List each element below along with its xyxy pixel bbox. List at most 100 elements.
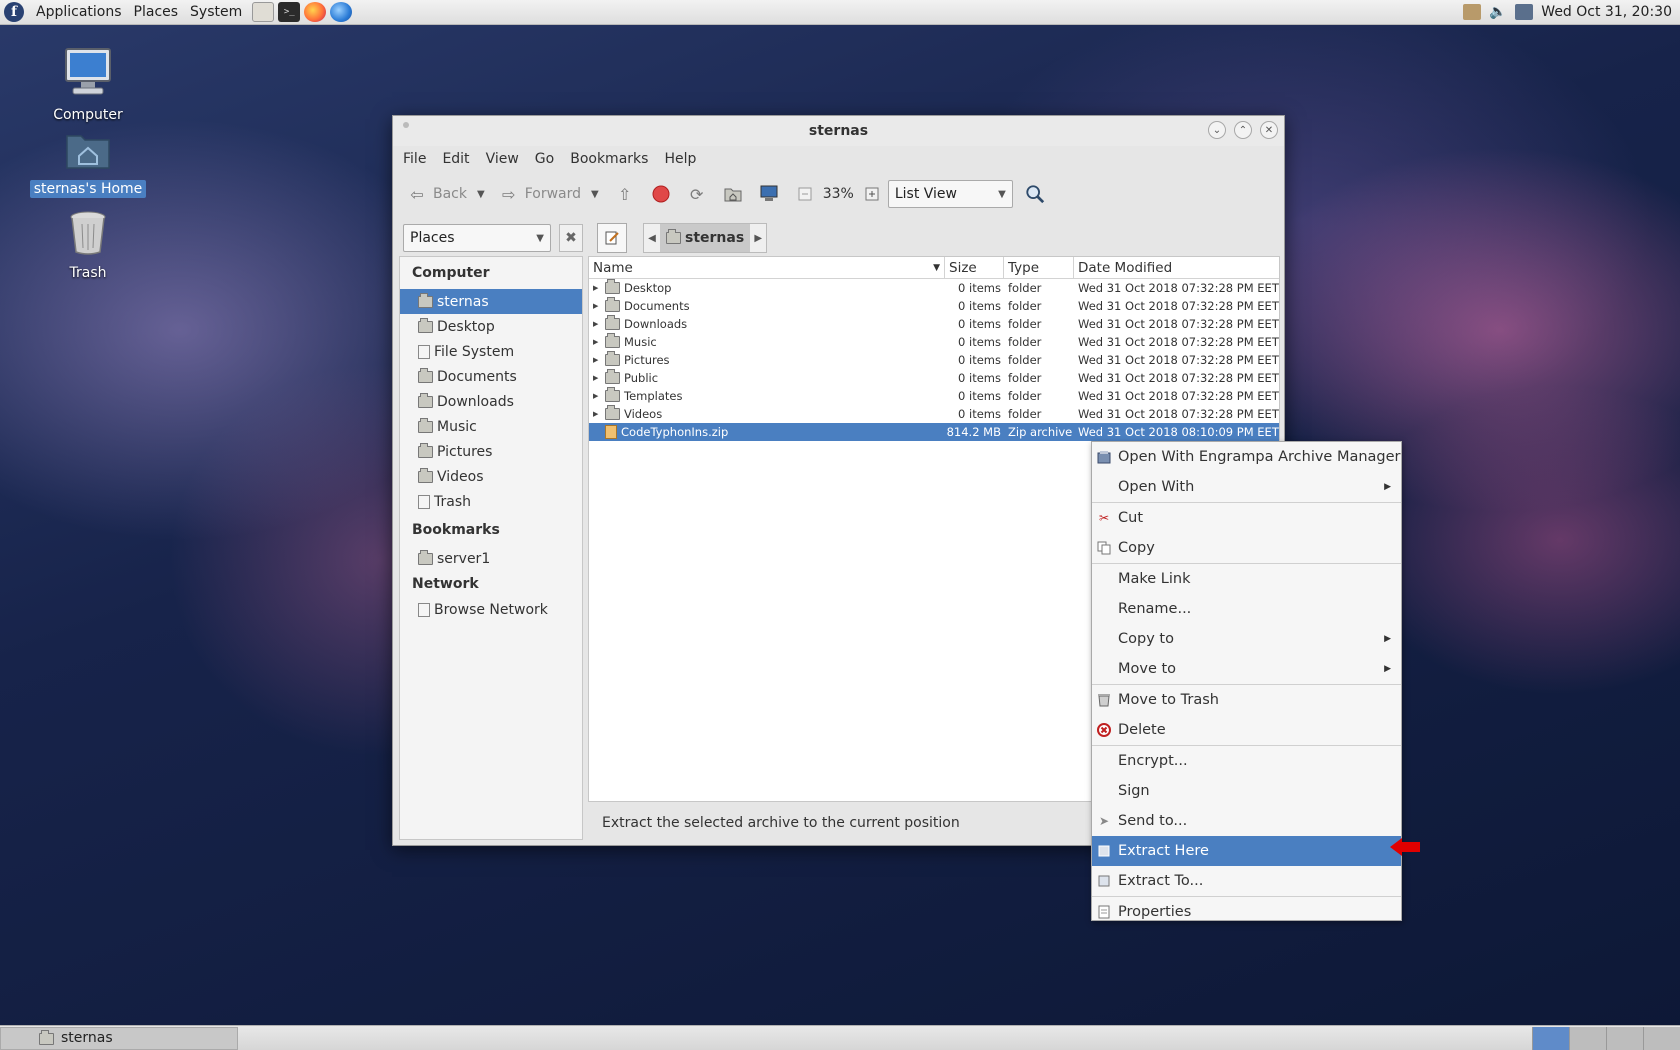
window-menu-icon[interactable] <box>403 122 409 128</box>
menu-item-copy-to[interactable]: Copy to ▶ <box>1092 624 1401 654</box>
expander-icon[interactable]: ▶ <box>593 410 601 418</box>
search-icon[interactable] <box>1025 184 1045 204</box>
sidebar-item-documents[interactable]: Documents <box>400 364 582 389</box>
table-row[interactable]: ▶ Desktop 0 items folder Wed 31 Oct 2018 07:… <box>589 279 1279 297</box>
sidebar-item-trash[interactable]: Trash <box>400 489 582 514</box>
desktop-icon-home[interactable]: sternas's Home <box>28 128 148 198</box>
sidebar-item-pictures[interactable]: Pictures <box>400 439 582 464</box>
forward-history-dropdown-icon[interactable]: ▼ <box>591 189 599 200</box>
breadcrumb-left-icon[interactable]: ◀ <box>644 233 660 244</box>
column-header-name[interactable]: Name ▼ <box>589 257 945 278</box>
column-header-type[interactable]: Type <box>1004 257 1074 278</box>
menu-help[interactable]: Help <box>656 151 704 167</box>
back-button[interactable]: ⇦ Back ▼ <box>401 180 491 208</box>
table-row[interactable]: ▶ Music 0 items folder Wed 31 Oct 2018 07:32… <box>589 333 1279 351</box>
menu-item-encrypt[interactable]: Encrypt... <box>1092 746 1401 776</box>
zoom-out-icon[interactable] <box>795 184 815 204</box>
sidebar-item-videos[interactable]: Videos <box>400 464 582 489</box>
menu-item-move-to[interactable]: Move to ▶ <box>1092 654 1401 684</box>
menu-item-delete[interactable]: Delete <box>1092 715 1401 745</box>
taskbar-window-button[interactable]: sternas <box>0 1026 238 1050</box>
expander-icon[interactable]: ▶ <box>593 374 601 382</box>
table-row[interactable]: ▶ Public 0 items folder Wed 31 Oct 2018 07:3… <box>589 369 1279 387</box>
thunderbird-launcher-icon[interactable] <box>330 2 353 22</box>
column-header-date[interactable]: Date Modified <box>1074 257 1278 278</box>
menu-item-open-with-engrampa[interactable]: Open With Engrampa Archive Manager <box>1092 442 1401 472</box>
expander-icon[interactable]: ▶ <box>593 338 601 346</box>
menu-file[interactable]: File <box>395 151 434 167</box>
column-header-size[interactable]: Size <box>945 257 1004 278</box>
fedora-logo-icon[interactable]: f <box>4 2 24 22</box>
panel-clock[interactable]: Wed Oct 31, 20:30 <box>1541 4 1672 20</box>
zoom-in-icon[interactable] <box>862 184 882 204</box>
minimize-button[interactable]: ⌄ <box>1208 121 1226 139</box>
window-titlebar[interactable]: sternas ⌄ ⌃ ✕ <box>393 116 1284 146</box>
menu-view[interactable]: View <box>478 151 527 167</box>
menu-item-cut[interactable]: ✂ Cut <box>1092 503 1401 533</box>
menu-item-make-link[interactable]: Make Link <box>1092 564 1401 594</box>
table-row[interactable]: ▶ Templates 0 items folder Wed 31 Oct 2018 0… <box>589 387 1279 405</box>
close-button[interactable]: ✕ <box>1260 121 1278 139</box>
home-icon[interactable] <box>723 184 743 204</box>
table-row[interactable]: ▶ Documents 0 items folder Wed 31 Oct 2018 0… <box>589 297 1279 315</box>
sidebar-item-sternas[interactable]: sternas <box>400 289 582 314</box>
reload-icon[interactable]: ⟳ <box>687 184 707 204</box>
expander-icon[interactable]: ▶ <box>593 302 601 310</box>
close-side-pane-icon[interactable]: ✖ <box>559 224 583 252</box>
sidebar-item-desktop[interactable]: Desktop <box>400 314 582 339</box>
table-row-selected[interactable]: CodeTyphonIns.zip 814.2 MB Zip archive Wed … <box>589 423 1279 441</box>
desktop-icon-trash[interactable]: Trash <box>28 210 148 282</box>
workspace-3[interactable] <box>1606 1026 1643 1050</box>
zoom-level[interactable]: 33% <box>817 186 860 202</box>
system-menu[interactable]: System <box>184 4 248 20</box>
view-mode-select[interactable]: List View ▼ <box>887 180 1013 208</box>
expander-icon[interactable]: ▶ <box>593 356 601 364</box>
table-row[interactable]: ▶ Pictures 0 items folder Wed 31 Oct 2018 07… <box>589 351 1279 369</box>
workspace-2[interactable] <box>1569 1026 1606 1050</box>
edit-location-button[interactable] <box>597 223 627 253</box>
sidebar-item-music[interactable]: Music <box>400 414 582 439</box>
terminal-launcher-icon[interactable]: >_ <box>278 2 301 22</box>
menu-item-extract-here[interactable]: Extract Here <box>1092 836 1401 866</box>
menu-item-extract-to[interactable]: Extract To... <box>1092 866 1401 896</box>
forward-button[interactable]: ⇨ Forward ▼ <box>493 180 605 208</box>
menu-go[interactable]: Go <box>527 151 562 167</box>
expander-icon[interactable]: ▶ <box>593 284 601 292</box>
sidebar-item-file-system[interactable]: File System <box>400 339 582 364</box>
stop-icon[interactable] <box>651 184 671 204</box>
menu-item-rename[interactable]: Rename... <box>1092 594 1401 624</box>
clipboard-icon[interactable] <box>1463 4 1482 20</box>
applications-menu[interactable]: Applications <box>30 4 128 20</box>
sidebar-item-server1[interactable]: server1 <box>400 546 582 571</box>
menu-item-send-to[interactable]: ➤ Send to... <box>1092 806 1401 836</box>
file-manager-launcher-icon[interactable] <box>252 2 275 22</box>
breadcrumb-item[interactable]: sternas <box>660 224 751 252</box>
desktop-icon-computer[interactable]: Computer <box>28 46 148 124</box>
workspace-4[interactable] <box>1643 1026 1680 1050</box>
home-folder-icon <box>666 229 681 244</box>
sidebar-item-downloads[interactable]: Downloads <box>400 389 582 414</box>
expander-icon[interactable]: ▶ <box>593 320 601 328</box>
back-history-dropdown-icon[interactable]: ▼ <box>477 189 485 200</box>
side-pane-select[interactable]: Places ▼ <box>403 224 551 252</box>
menu-item-open-with[interactable]: Open With ▶ <box>1092 472 1401 502</box>
menu-item-move-to-trash[interactable]: Move to Trash <box>1092 685 1401 715</box>
menu-bookmarks[interactable]: Bookmarks <box>562 151 656 167</box>
computer-icon[interactable] <box>759 184 779 204</box>
table-row[interactable]: ▶ Videos 0 items folder Wed 31 Oct 2018 07:3… <box>589 405 1279 423</box>
menu-edit[interactable]: Edit <box>434 151 477 167</box>
menu-item-sign[interactable]: Sign <box>1092 776 1401 806</box>
firefox-launcher-icon[interactable] <box>304 2 327 22</box>
table-row[interactable]: ▶ Downloads 0 items folder Wed 31 Oct 2018 0… <box>589 315 1279 333</box>
volume-icon[interactable]: 🔈 <box>1489 4 1507 20</box>
maximize-button[interactable]: ⌃ <box>1234 121 1252 139</box>
up-arrow-icon[interactable]: ⇧ <box>615 184 635 204</box>
expander-icon[interactable]: ▶ <box>593 392 601 400</box>
workspace-1[interactable] <box>1532 1026 1569 1050</box>
breadcrumb-right-icon[interactable]: ▶ <box>750 233 766 244</box>
sidebar-item-browse-network[interactable]: Browse Network <box>400 597 582 622</box>
places-menu[interactable]: Places <box>128 4 185 20</box>
network-icon[interactable] <box>1515 4 1534 20</box>
menu-item-properties[interactable]: Properties <box>1092 897 1401 927</box>
menu-item-copy[interactable]: Copy <box>1092 533 1401 563</box>
